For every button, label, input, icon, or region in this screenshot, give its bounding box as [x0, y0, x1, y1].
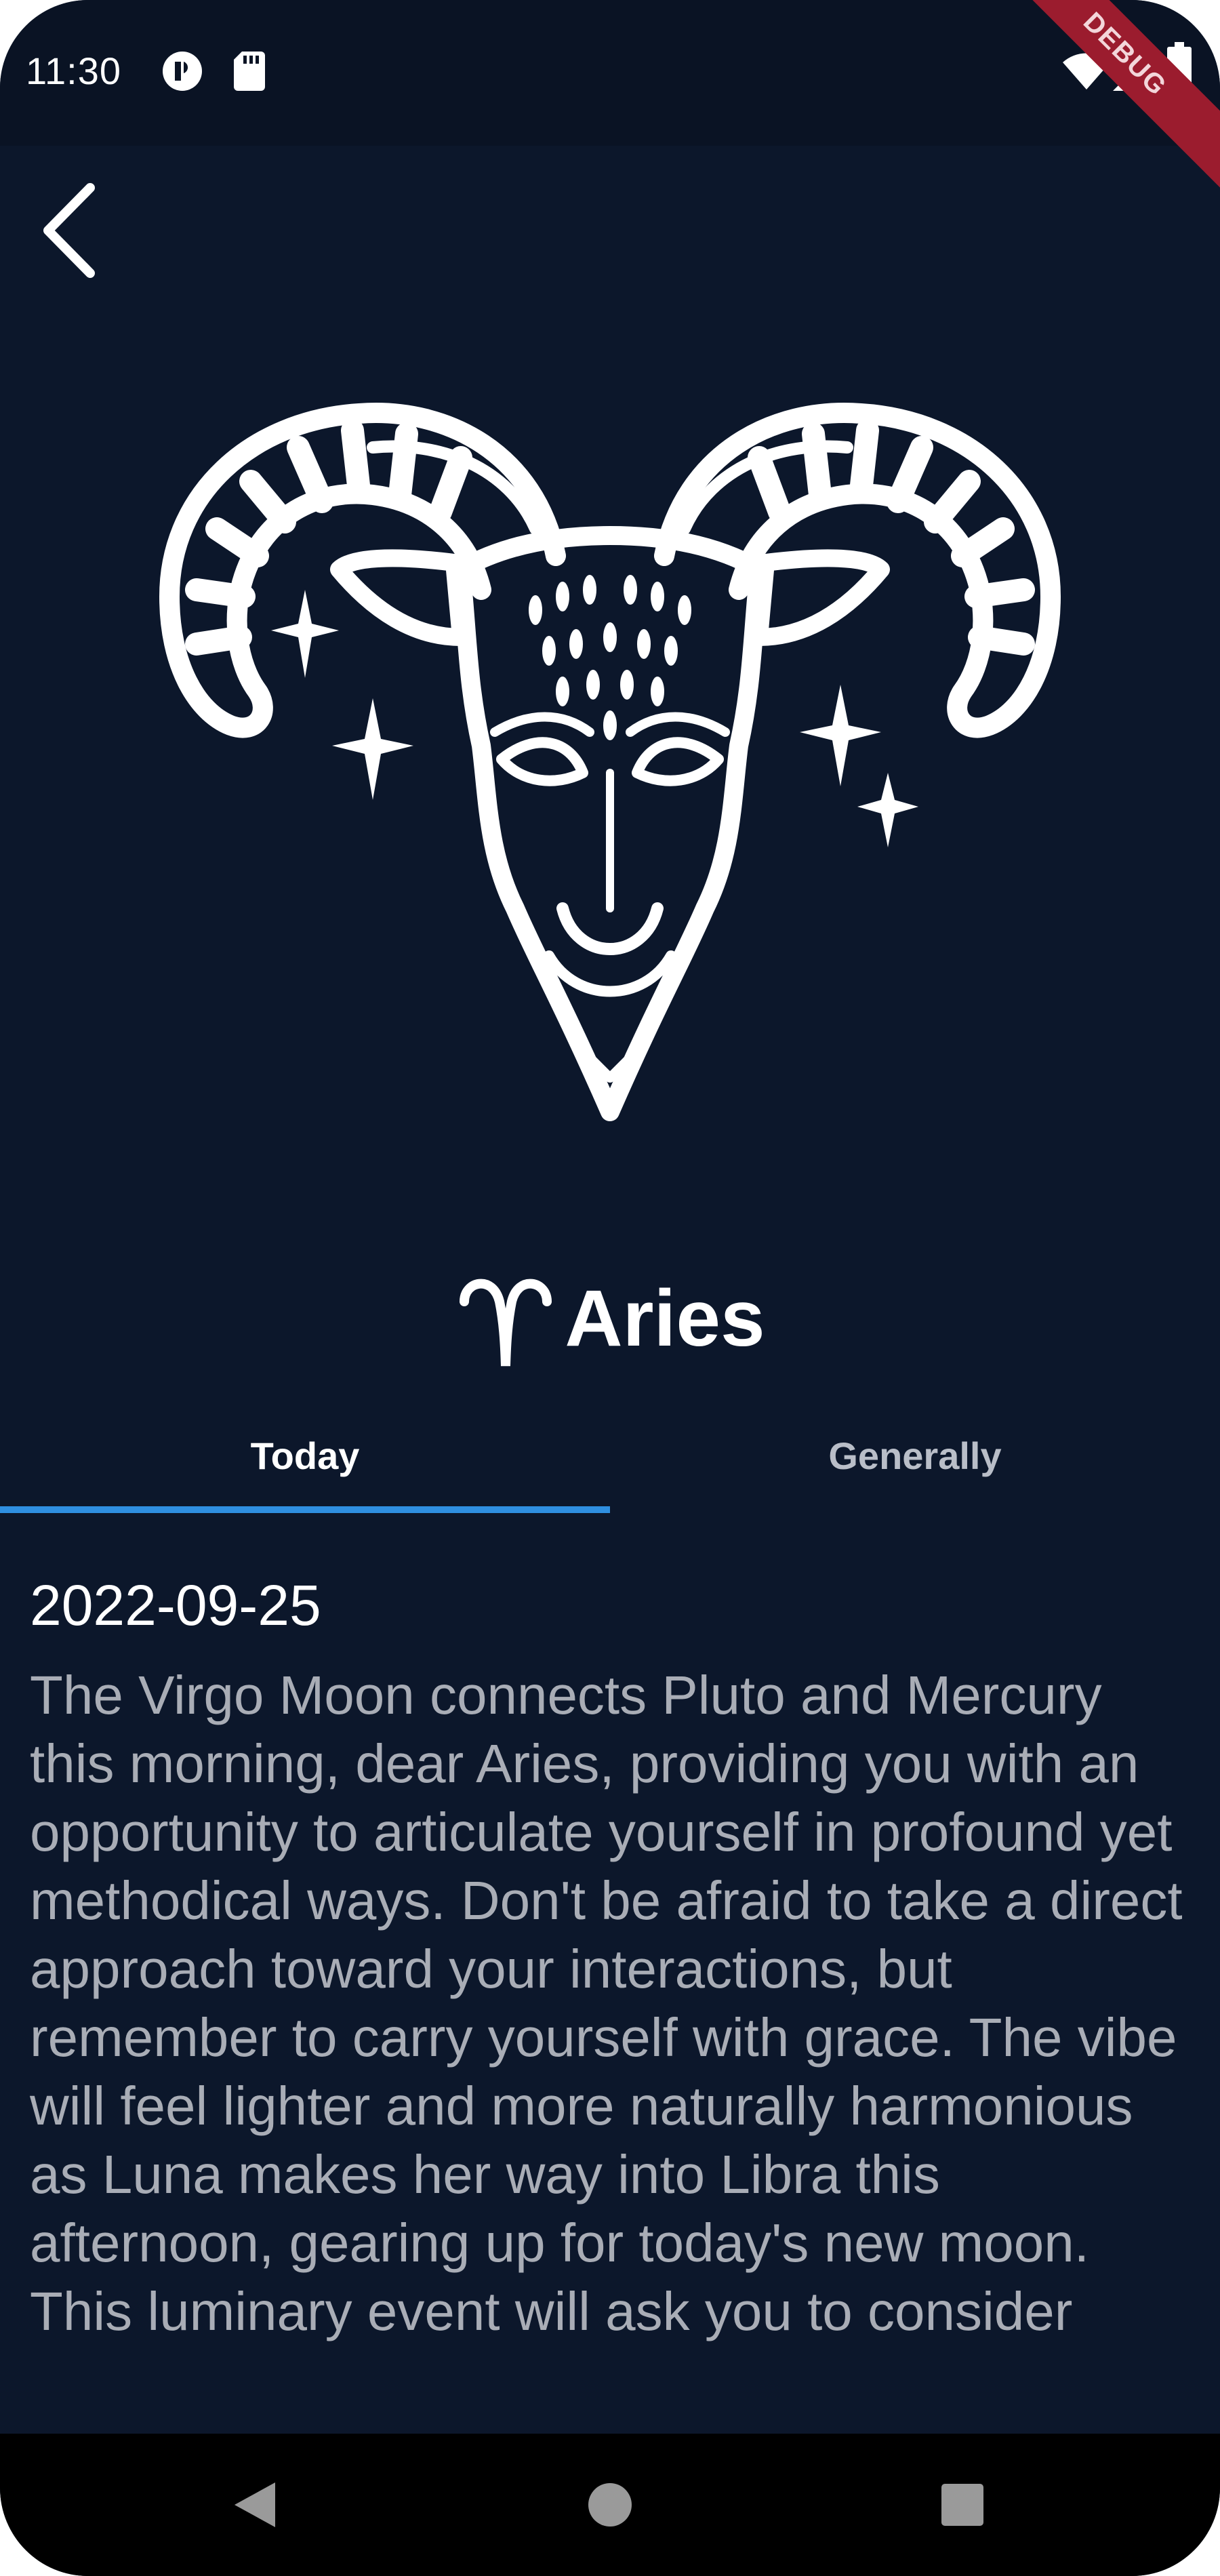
status-time: 11:30 — [26, 49, 121, 92]
media-icon — [161, 50, 203, 96]
tab-today[interactable]: Today — [0, 1396, 610, 1515]
app-screen: 11:30 DEBUG Aries Today Generally 2022-0… — [0, 0, 1220, 2576]
back-button[interactable] — [14, 169, 122, 291]
debug-banner: DEBUG — [981, 0, 1220, 199]
status-bar: 11:30 DEBUG — [0, 0, 1220, 199]
home-circle-icon — [588, 2483, 632, 2527]
chevron-left-icon — [43, 183, 95, 278]
aries-ram-illustration — [156, 393, 1064, 1139]
sd-card-icon — [234, 52, 265, 94]
sign-name: Aries — [565, 1274, 765, 1363]
nav-back-button[interactable] — [203, 2468, 305, 2542]
aries-symbol-icon — [460, 1279, 552, 1367]
tab-generally[interactable]: Generally — [610, 1396, 1220, 1515]
nav-home-button[interactable] — [559, 2468, 661, 2542]
tab-indicator — [0, 1506, 610, 1513]
nav-recents-button[interactable] — [912, 2468, 1013, 2542]
tab-bar: Today Generally — [0, 1396, 1220, 1515]
horoscope-text: The Virgo Moon connects Pluto and Mercur… — [30, 1665, 1183, 2341]
horoscope-date: 2022-09-25 — [30, 1573, 321, 1637]
navigation-bar — [0, 2434, 1220, 2576]
sign-title: Aries — [0, 1261, 1220, 1376]
back-triangle-icon — [235, 2482, 275, 2527]
recents-square-icon — [941, 2484, 983, 2526]
